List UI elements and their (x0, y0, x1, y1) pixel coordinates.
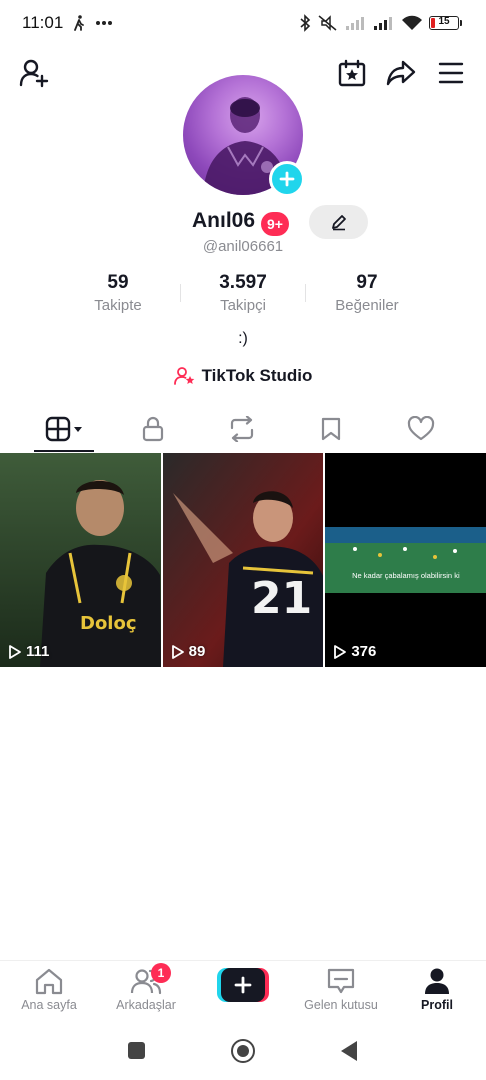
status-bar: 11:01 15 (0, 0, 486, 46)
more-dots-icon (96, 21, 113, 25)
battery-icon: 15 (429, 16, 462, 30)
nav-friends-label: Arkadaşlar (116, 998, 176, 1012)
nav-profile-label: Profil (421, 998, 453, 1012)
tiktok-studio-link[interactable]: TikTok Studio (0, 366, 486, 386)
nav-home[interactable]: Ana sayfa (2, 967, 96, 1012)
profile-tabs (0, 406, 486, 452)
plus-icon (234, 976, 252, 994)
add-avatar-button[interactable] (269, 161, 305, 197)
friends-notification-badge: 1 (151, 963, 171, 983)
share-icon[interactable] (383, 55, 419, 91)
user-handle: @anil06661 (202, 238, 284, 255)
nav-friends[interactable]: Arkadaşlar 1 (99, 963, 193, 1012)
profile-avatar[interactable] (183, 75, 305, 197)
profile-icon (425, 968, 449, 994)
nav-inbox[interactable]: Gelen kutusu (294, 967, 388, 1012)
clock: 11:01 (22, 13, 64, 32)
create-button[interactable] (217, 968, 269, 1002)
likes-label: Beğeniler (335, 297, 399, 314)
play-icon (171, 644, 184, 659)
followers-label: Takipçi (220, 297, 266, 314)
lock-icon (142, 416, 164, 442)
nav-inbox-label: Gelen kutusu (304, 998, 378, 1012)
play-icon (334, 644, 347, 659)
bluetooth-icon (300, 14, 311, 32)
tab-private[interactable] (123, 406, 183, 452)
active-tab-indicator (34, 450, 94, 452)
bio-text: :) (238, 330, 248, 347)
following-label: Takipte (94, 297, 142, 314)
bottom-navigation: Ana sayfa Arkadaşlar 1 Gelen kutusu Prof… (0, 960, 486, 1026)
walking-icon (74, 15, 85, 31)
stats-row: 59 Takipte 3.597 Takipçi 97 Beğeniler (0, 270, 486, 320)
view-count: 89 (171, 643, 205, 660)
stat-divider (305, 284, 306, 302)
add-friend-icon[interactable] (16, 55, 52, 91)
following-count: 59 (107, 272, 129, 293)
stat-divider (180, 284, 181, 302)
nav-profile[interactable]: Profil (390, 967, 484, 1012)
calendar-star-icon[interactable] (334, 55, 370, 91)
username: Anıl06 (192, 209, 256, 232)
battery-percent: 15 (438, 16, 450, 27)
home-icon (35, 968, 63, 995)
menu-icon[interactable] (433, 55, 469, 91)
system-navigation-bar (0, 1026, 486, 1080)
edit-profile-button[interactable] (309, 205, 368, 239)
studio-label: TikTok Studio (201, 366, 313, 385)
signal-icon (374, 17, 392, 30)
studio-user-star-icon (173, 367, 194, 385)
video-thumbnail[interactable]: 21 89 (162, 453, 324, 667)
recents-button[interactable] (128, 1042, 145, 1059)
tab-saved[interactable] (301, 406, 361, 452)
mute-icon (318, 15, 337, 31)
tab-reposts[interactable] (212, 406, 272, 452)
video-caption-overlay: Ne kadar çabalamış olabilirsin ki (352, 571, 460, 580)
svg-text:Doloç: Doloç (80, 613, 137, 634)
following-stat[interactable]: 59 Takipte (78, 270, 158, 316)
wifi-icon (402, 15, 422, 30)
view-count: 111 (8, 643, 49, 660)
svg-text:21: 21 (251, 573, 312, 624)
bookmark-icon (321, 417, 341, 441)
name-row: Anıl06 9+ (0, 205, 486, 239)
play-icon (9, 644, 21, 659)
view-count: 376 (333, 643, 376, 660)
signal-icon (346, 17, 364, 30)
video-thumbnail[interactable]: Doloç 111 (0, 453, 161, 667)
plus-icon (279, 171, 295, 187)
heart-icon (407, 416, 435, 441)
videos-grid-icon (45, 416, 82, 442)
likes-count: 97 (356, 272, 378, 293)
inbox-icon (327, 968, 355, 994)
tab-videos[interactable] (34, 406, 94, 452)
nav-home-label: Ana sayfa (21, 998, 77, 1012)
followers-count: 3.597 (219, 272, 267, 293)
back-button[interactable] (339, 1040, 359, 1062)
tab-liked[interactable] (391, 406, 451, 452)
notification-badge[interactable]: 9+ (261, 212, 289, 236)
video-grid: Doloç 111 21 89 Ne kadar çabalamış olabi… (0, 453, 486, 667)
followers-stat[interactable]: 3.597 Takipçi (193, 270, 293, 316)
home-button[interactable] (231, 1039, 255, 1063)
pencil-icon (331, 215, 346, 231)
video-thumbnail[interactable]: Ne kadar çabalamış olabilirsin ki 376 (325, 453, 486, 667)
likes-stat[interactable]: 97 Beğeniler (317, 270, 417, 316)
repost-icon (230, 416, 254, 442)
